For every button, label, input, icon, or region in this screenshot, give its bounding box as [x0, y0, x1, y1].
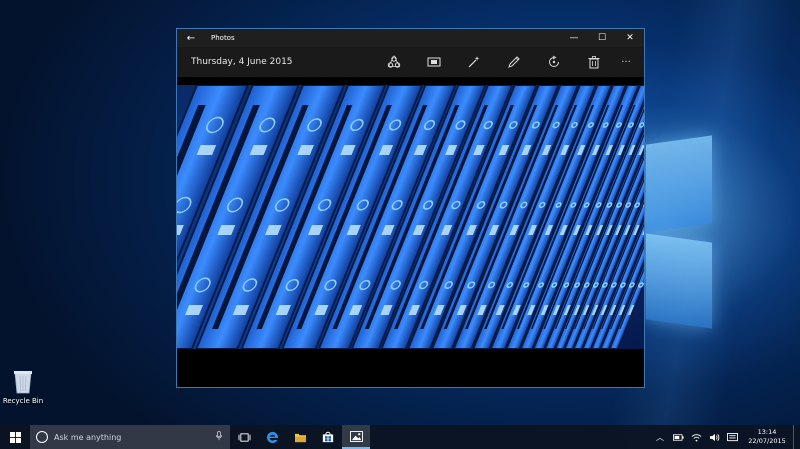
photo-date: Thursday, 4 June 2015	[191, 57, 293, 67]
task-view-icon	[238, 432, 250, 442]
slideshow-icon	[427, 57, 441, 67]
system-tray: ︿ 13:14 22/07/2015	[651, 425, 800, 449]
more-button[interactable]: ···	[614, 47, 638, 77]
cortana-icon	[36, 431, 48, 443]
clock-time: 13:14	[757, 428, 777, 436]
window-controls: — ☐ ✕	[560, 29, 644, 47]
store-button[interactable]	[314, 425, 342, 449]
file-explorer-button[interactable]	[286, 425, 314, 449]
clock-date: 22/07/2015	[748, 437, 786, 445]
show-desktop-button[interactable]	[793, 425, 800, 449]
title-bar[interactable]: ← Photos — ☐ ✕	[177, 29, 644, 47]
microphone-icon[interactable]	[216, 431, 222, 441]
notification-center-icon[interactable]	[723, 425, 741, 449]
store-icon	[322, 431, 334, 443]
photos-icon	[349, 430, 363, 442]
delete-button[interactable]	[574, 47, 614, 77]
battery-icon[interactable]	[669, 425, 687, 449]
enhance-icon	[468, 56, 480, 68]
search-placeholder: Ask me anything	[54, 432, 122, 442]
share-button[interactable]	[374, 47, 414, 77]
volume-icon[interactable]	[705, 425, 723, 449]
photos-taskbar-button[interactable]	[342, 425, 370, 449]
edit-icon	[508, 56, 520, 68]
network-icon[interactable]	[687, 425, 705, 449]
rotate-icon	[549, 55, 559, 67]
photos-window[interactable]: ← Photos — ☐ ✕ Thursday, 4 June 2015 ···	[176, 28, 645, 388]
folder-icon	[294, 433, 306, 442]
delete-icon	[588, 56, 600, 69]
recycle-bin-icon	[12, 368, 34, 394]
maximize-button[interactable]: ☐	[588, 29, 616, 47]
edge-button[interactable]	[258, 425, 286, 449]
task-view-button[interactable]	[230, 425, 258, 449]
toolbar: ···	[374, 47, 638, 77]
show-hidden-icons-icon[interactable]: ︿	[651, 425, 669, 449]
window-title: Photos	[211, 34, 235, 42]
windows-logo-icon	[9, 431, 21, 443]
enhance-button[interactable]	[454, 47, 494, 77]
command-bar: Thursday, 4 June 2015 ···	[177, 47, 644, 77]
clock[interactable]: 13:14 22/07/2015	[741, 428, 793, 446]
edge-icon	[266, 431, 278, 443]
edit-button[interactable]	[494, 47, 534, 77]
search-box[interactable]: Ask me anything	[30, 425, 230, 449]
taskbar: Ask me anything ︿ 13:14 22/07/2015	[0, 425, 800, 449]
share-icon	[387, 55, 401, 68]
recycle-bin-desktop-icon[interactable]: Recycle Bin	[2, 368, 44, 405]
back-arrow-icon[interactable]: ←	[177, 29, 205, 47]
close-button[interactable]: ✕	[616, 29, 644, 47]
start-button[interactable]	[0, 425, 30, 449]
minimize-button[interactable]: —	[560, 29, 588, 47]
photo-server-rack[interactable]	[177, 85, 644, 349]
rotate-button[interactable]	[534, 47, 574, 77]
more-icon: ···	[621, 56, 631, 68]
slideshow-button[interactable]	[414, 47, 454, 77]
wallpaper-logo-upper	[646, 135, 712, 233]
wallpaper-logo-lower	[646, 233, 712, 329]
recycle-bin-label: Recycle Bin	[2, 397, 44, 405]
